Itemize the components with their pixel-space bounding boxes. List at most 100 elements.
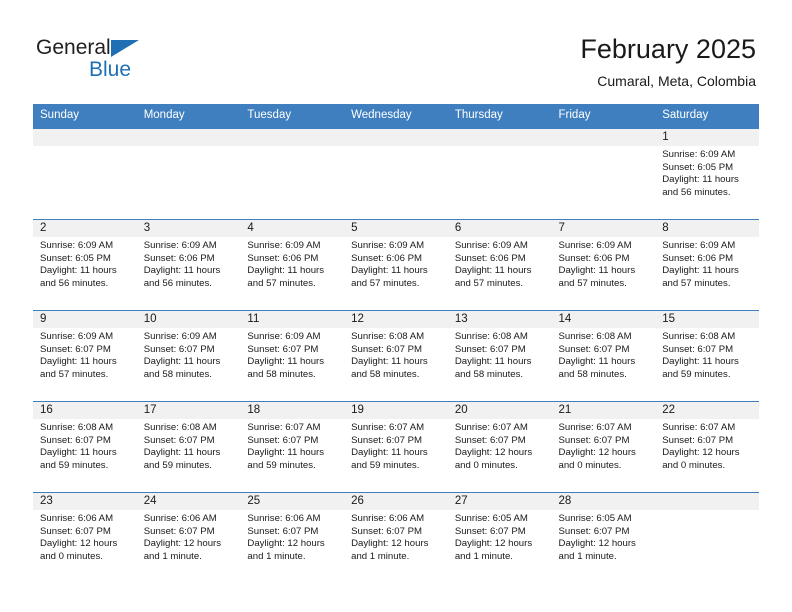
calendar-day-cell[interactable]: 6 Sunrise: 6:09 AM Sunset: 6:06 PM Daylight… (447, 219, 552, 311)
day-details: Sunrise: 6:09 AM Sunset: 6:06 PM Daylight:… (137, 237, 241, 290)
day-box: 19 Sunrise: 6:07 AM Sunset: 6:07 PM Dayligh… (344, 402, 448, 492)
day-number: 7 (551, 220, 656, 237)
day-number (655, 493, 759, 510)
calendar-day-cell[interactable]: 8 Sunrise: 6:09 AM Sunset: 6:06 PM Daylight… (655, 219, 759, 311)
day-details: Sunrise: 6:08 AM Sunset: 6:07 PM Daylight:… (552, 328, 656, 381)
day-box: 26 Sunrise: 6:06 AM Sunset: 6:07 PM Dayligh… (344, 493, 448, 583)
calendar-day-cell[interactable]: 3 Sunrise: 6:09 AM Sunset: 6:06 PM Daylight… (136, 219, 241, 311)
daylight-text-line2: and 0 minutes. (558, 459, 622, 471)
calendar-day-cell[interactable]: 12 Sunrise: 6:08 AM Sunset: 6:07 PM Dayligh… (344, 310, 448, 402)
day-details: Sunrise: 6:05 AM Sunset: 6:07 PM Daylight:… (552, 510, 656, 563)
day-box (33, 129, 137, 219)
sunrise-text: Sunrise: 6:08 AM (558, 331, 632, 342)
day-details: Sunrise: 6:06 AM Sunset: 6:07 PM Daylight:… (33, 510, 137, 563)
calendar-day-cell[interactable]: 2 Sunrise: 6:09 AM Sunset: 6:05 PM Daylight… (33, 219, 137, 311)
sunset-text: Sunset: 6:07 PM (247, 525, 319, 537)
calendar-day-cell[interactable]: 19 Sunrise: 6:07 AM Sunset: 6:07 PM Dayligh… (344, 401, 448, 493)
calendar-day-cell[interactable]: 22 Sunrise: 6:07 AM Sunset: 6:07 PM Dayligh… (655, 401, 759, 493)
page-title: February 2025 (580, 34, 756, 64)
calendar-day-cell[interactable]: 25 Sunrise: 6:06 AM Sunset: 6:07 PM Dayligh… (240, 492, 345, 583)
sunset-text: Sunset: 6:06 PM (351, 252, 423, 264)
day-box: 21 Sunrise: 6:07 AM Sunset: 6:07 PM Dayligh… (551, 402, 656, 492)
daylight-text-line2: and 59 minutes. (143, 459, 212, 471)
daylight-text-line2: and 58 minutes. (351, 368, 420, 380)
daylight-text-line2: and 58 minutes. (454, 368, 524, 380)
calendar-day-cell[interactable]: 10 Sunrise: 6:09 AM Sunset: 6:07 PM Dayligh… (136, 310, 241, 402)
calendar-day-cell[interactable]: 1 Sunrise: 6:09 AM Sunset: 6:05 PM Daylight… (655, 128, 759, 220)
calendar-day-cell-empty (447, 128, 552, 220)
sunset-text: Sunset: 6:07 PM (143, 343, 215, 355)
sunset-text: Sunset: 6:07 PM (247, 434, 319, 446)
daylight-text-line1: Daylight: 12 hours (40, 538, 118, 550)
calendar-day-cell[interactable]: 15 Sunrise: 6:08 AM Sunset: 6:07 PM Dayligh… (655, 310, 759, 402)
calendar-day-cell[interactable]: 20 Sunrise: 6:07 AM Sunset: 6:07 PM Dayligh… (447, 401, 552, 493)
sunset-text: Sunset: 6:07 PM (40, 525, 111, 537)
calendar-day-cell[interactable]: 11 Sunrise: 6:09 AM Sunset: 6:07 PM Dayligh… (240, 310, 345, 402)
calendar-day-cell[interactable]: 13 Sunrise: 6:08 AM Sunset: 6:07 PM Dayligh… (447, 310, 552, 402)
calendar-day-cell[interactable]: 21 Sunrise: 6:07 AM Sunset: 6:07 PM Dayligh… (551, 401, 656, 493)
day-details: Sunrise: 6:07 AM Sunset: 6:07 PM Daylight:… (655, 419, 759, 472)
sunrise-text: Sunrise: 6:05 AM (454, 513, 528, 524)
sunrise-text: Sunrise: 6:09 AM (662, 149, 736, 160)
calendar-day-cell[interactable]: 17 Sunrise: 6:08 AM Sunset: 6:07 PM Dayligh… (136, 401, 241, 493)
day-box: 3 Sunrise: 6:09 AM Sunset: 6:06 PM Daylight… (136, 220, 241, 310)
daylight-text-line2: and 0 minutes. (662, 459, 726, 471)
calendar-day-cell[interactable]: 16 Sunrise: 6:08 AM Sunset: 6:07 PM Dayligh… (33, 401, 137, 493)
calendar-day-cell-empty (551, 128, 656, 220)
calendar-day-cell-empty (344, 128, 448, 220)
daylight-text-line1: Daylight: 11 hours (351, 447, 428, 459)
sunset-text: Sunset: 6:07 PM (454, 434, 526, 446)
calendar-day-cell[interactable]: 26 Sunrise: 6:06 AM Sunset: 6:07 PM Dayligh… (344, 492, 448, 583)
calendar-day-cell[interactable]: 24 Sunrise: 6:06 AM Sunset: 6:07 PM Dayligh… (136, 492, 241, 583)
daylight-text-line2: and 57 minutes. (662, 277, 731, 289)
calendar-day-cell[interactable]: 5 Sunrise: 6:09 AM Sunset: 6:06 PM Daylight… (344, 219, 448, 311)
daylight-text-line1: Daylight: 12 hours (351, 538, 429, 550)
day-box (447, 129, 552, 219)
logo-text-blue: Blue (89, 58, 132, 81)
day-box: 15 Sunrise: 6:08 AM Sunset: 6:07 PM Dayligh… (655, 311, 759, 401)
day-box: 2 Sunrise: 6:09 AM Sunset: 6:05 PM Daylight… (33, 220, 137, 310)
page-subtitle: Cumaral, Meta, Colombia (597, 73, 756, 89)
calendar-day-cell[interactable]: 27 Sunrise: 6:05 AM Sunset: 6:07 PM Dayligh… (447, 492, 552, 583)
calendar-day-cell[interactable]: 9 Sunrise: 6:09 AM Sunset: 6:07 PM Daylight… (33, 310, 137, 402)
calendar-day-cell[interactable]: 7 Sunrise: 6:09 AM Sunset: 6:06 PM Daylight… (551, 219, 656, 311)
day-number: 8 (655, 220, 759, 237)
day-number: 9 (33, 311, 137, 328)
day-details: Sunrise: 6:07 AM Sunset: 6:07 PM Daylight:… (552, 419, 656, 472)
daylight-text-line2: and 57 minutes. (454, 277, 524, 289)
sunset-text: Sunset: 6:07 PM (662, 343, 734, 355)
calendar-day-cell[interactable]: 4 Sunrise: 6:09 AM Sunset: 6:06 PM Daylight… (240, 219, 345, 311)
daylight-text-line2: and 59 minutes. (40, 459, 109, 471)
day-box (551, 129, 656, 219)
daylight-text-line2: and 58 minutes. (247, 368, 316, 380)
day-number (551, 129, 656, 146)
day-number: 25 (240, 493, 345, 510)
weekday-header-friday: Friday (551, 104, 656, 129)
daylight-text-line1: Daylight: 11 hours (247, 356, 325, 368)
calendar-day-cell[interactable]: 14 Sunrise: 6:08 AM Sunset: 6:07 PM Dayligh… (551, 310, 656, 402)
calendar-day-cell[interactable]: 23 Sunrise: 6:06 AM Sunset: 6:07 PM Dayligh… (33, 492, 137, 583)
day-details: Sunrise: 6:09 AM Sunset: 6:07 PM Daylight:… (33, 328, 137, 381)
day-box: 23 Sunrise: 6:06 AM Sunset: 6:07 PM Dayligh… (33, 493, 137, 583)
calendar-week-row: 2 Sunrise: 6:09 AM Sunset: 6:05 PM Daylight… (33, 219, 759, 311)
calendar-day-cell[interactable]: 18 Sunrise: 6:07 AM Sunset: 6:07 PM Dayligh… (240, 401, 345, 493)
day-box: 25 Sunrise: 6:06 AM Sunset: 6:07 PM Dayligh… (240, 493, 345, 583)
daylight-text-line2: and 0 minutes. (40, 550, 103, 562)
sunrise-text: Sunrise: 6:07 AM (247, 422, 321, 433)
sunrise-text: Sunrise: 6:09 AM (40, 331, 114, 342)
sunset-text: Sunset: 6:07 PM (247, 343, 319, 355)
day-box (240, 129, 345, 219)
calendar-day-cell-empty (33, 128, 137, 220)
day-box: 13 Sunrise: 6:08 AM Sunset: 6:07 PM Dayligh… (447, 311, 552, 401)
general-blue-logo[interactable]: General Blue (36, 36, 236, 88)
sunset-text: Sunset: 6:07 PM (454, 343, 526, 355)
sunset-text: Sunset: 6:07 PM (143, 434, 215, 446)
sunset-text: Sunset: 6:06 PM (247, 252, 319, 264)
day-details: Sunrise: 6:06 AM Sunset: 6:07 PM Daylight:… (137, 510, 241, 563)
calendar-day-cell[interactable]: 28 Sunrise: 6:05 AM Sunset: 6:07 PM Dayligh… (551, 492, 656, 583)
daylight-text-line1: Daylight: 12 hours (558, 538, 636, 550)
sunrise-text: Sunrise: 6:09 AM (454, 240, 528, 251)
triangle-icon (111, 40, 139, 57)
daylight-text-line1: Daylight: 11 hours (40, 265, 117, 277)
sunset-text: Sunset: 6:06 PM (662, 252, 734, 264)
